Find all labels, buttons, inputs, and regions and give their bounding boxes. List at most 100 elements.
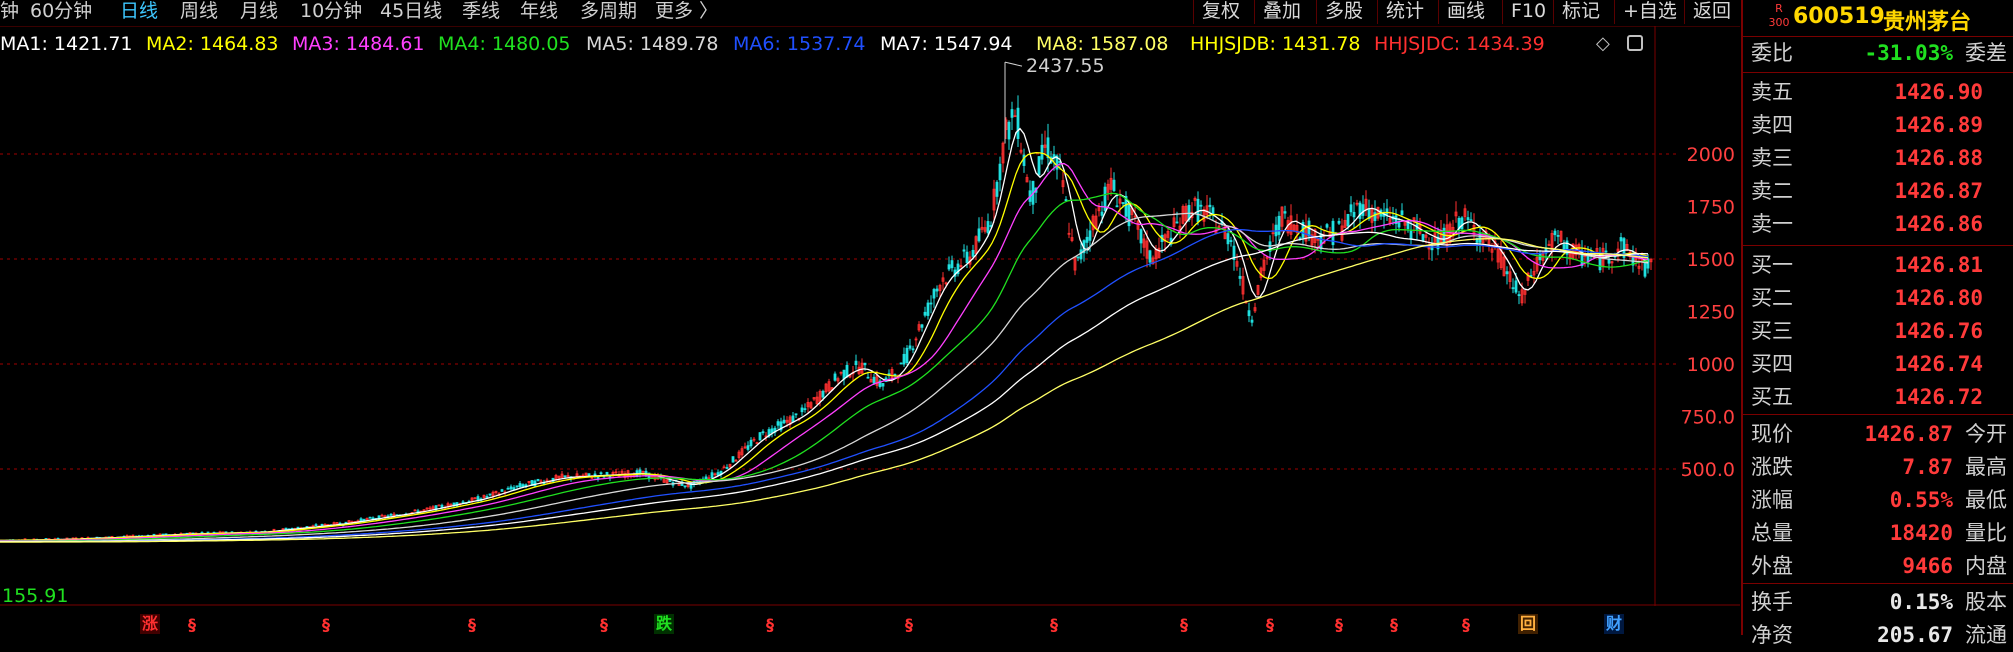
dividend-marker-icon[interactable]: §: [188, 615, 196, 635]
tool-button-4[interactable]: 画线: [1438, 0, 1502, 24]
event-marker-2[interactable]: 回: [1518, 614, 1539, 634]
event-marker-1[interactable]: 跌: [654, 614, 675, 634]
candle-body: [1604, 250, 1608, 253]
buy-level-row: 买三 1426.76: [1743, 315, 2013, 348]
candle-body: [1085, 236, 1089, 243]
candle-body: [1277, 215, 1281, 235]
buy-level-value: 1426.74: [1894, 352, 1983, 376]
candle-body: [389, 513, 393, 516]
kline-chart[interactable]: 2000 1750 1500 1250 1000 750.0 500.0 2437.55 155…: [0, 26, 1740, 635]
candle-body: [899, 362, 903, 365]
candle-body: [1466, 217, 1470, 220]
buy-level-value: 1426.72: [1894, 385, 1983, 409]
tool-button-7[interactable]: +自选: [1614, 0, 1684, 24]
dividend-marker-icon[interactable]: §: [600, 615, 608, 635]
sell-level-row: 卖四 1426.89: [1743, 109, 2013, 142]
dividend-marker-icon[interactable]: §: [1180, 615, 1188, 635]
dividend-marker-icon[interactable]: §: [1335, 615, 1343, 635]
candle-body: [1199, 204, 1203, 207]
candle-body: [506, 487, 510, 490]
tool-button-3[interactable]: 统计: [1377, 0, 1438, 24]
ratio-label: 委比: [1751, 41, 1793, 65]
ma-line-8: [0, 238, 1649, 543]
y-tick-label: 1250: [1687, 302, 1735, 324]
candle-body: [770, 428, 774, 434]
candle-body: [935, 288, 939, 292]
candle-body: [710, 472, 714, 478]
period-tab-6[interactable]: 45日线: [380, 0, 442, 26]
candle-body: [1517, 294, 1521, 297]
ma-line-1: [0, 127, 1649, 542]
y-tick-label: 1000: [1687, 354, 1735, 376]
sell-level-value: 1426.88: [1894, 146, 1983, 170]
stat-label2: 今开: [1965, 422, 2007, 446]
tool-button-8[interactable]: 返回: [1684, 0, 1740, 24]
candle-body: [605, 471, 609, 475]
sell-level-label: 卖五: [1751, 80, 1793, 104]
dividend-marker-icon[interactable]: §: [905, 615, 913, 635]
stat-label: 现价: [1751, 422, 1793, 446]
dividend-marker-icon[interactable]: §: [322, 615, 330, 635]
sell-level-label: 卖二: [1751, 179, 1793, 203]
candle-body: [524, 484, 528, 487]
tool-button-6[interactable]: 标记: [1553, 0, 1614, 24]
tool-button-2[interactable]: 多股: [1316, 0, 1377, 24]
period-tab-1[interactable]: 60分钟: [30, 0, 92, 26]
candle-body: [1229, 240, 1233, 242]
candle-body: [1010, 109, 1014, 118]
ratio-label2: 委差: [1965, 41, 2007, 65]
low-price-label: 155.91: [2, 585, 68, 607]
candle-body: [1514, 280, 1518, 293]
buy-level-row: 买五 1426.72: [1743, 381, 2013, 414]
candle-body: [947, 264, 951, 270]
candle-body: [1469, 219, 1473, 222]
tool-button-5[interactable]: F10: [1502, 0, 1553, 24]
candle-body: [1040, 144, 1044, 160]
period-tab-9[interactable]: 多周期: [580, 0, 637, 26]
extra-label2: 股本: [1965, 590, 2007, 614]
stat-label2: 量比: [1965, 521, 2007, 545]
dividend-marker-icon[interactable]: §: [1462, 615, 1470, 635]
candle-body: [1385, 208, 1389, 215]
event-marker-3[interactable]: 财: [1604, 614, 1625, 634]
candle-body: [1079, 249, 1083, 260]
period-tab-4[interactable]: 月线: [240, 0, 278, 26]
y-tick-label: 1750: [1687, 197, 1735, 219]
candle-body: [803, 408, 807, 411]
extra-value: 205.67: [1877, 623, 1953, 647]
candle-body: [905, 347, 909, 363]
period-tab-10[interactable]: 更多 〉: [655, 0, 718, 26]
candle-body: [866, 376, 870, 379]
dividend-marker-icon[interactable]: §: [1050, 615, 1058, 635]
dividend-marker-icon[interactable]: §: [1266, 615, 1274, 635]
dividend-marker-icon[interactable]: §: [1390, 615, 1398, 635]
candle-body: [731, 456, 735, 463]
candle-body: [368, 516, 372, 519]
candle-body: [1421, 233, 1425, 242]
tool-button-1[interactable]: 叠加: [1254, 0, 1316, 24]
buy-level-row: 买四 1426.74: [1743, 348, 2013, 381]
event-marker-0[interactable]: 涨: [140, 614, 161, 634]
sell-level-value: 1426.87: [1894, 179, 1983, 203]
extra-row: 换手 0.15% 股本: [1743, 586, 2013, 619]
period-tab-3[interactable]: 周线: [180, 0, 218, 26]
dividend-marker-icon[interactable]: §: [468, 615, 476, 635]
candle-body: [998, 163, 1002, 181]
peak-price-label: 2437.55: [1026, 55, 1105, 77]
period-tab-0[interactable]: 钟: [0, 0, 19, 26]
candle-body: [1511, 287, 1515, 290]
candle-body: [716, 472, 720, 476]
stat-label: 涨幅: [1751, 488, 1793, 512]
period-tab-5[interactable]: 10分钟: [300, 0, 362, 26]
buy-level-value: 1426.80: [1894, 286, 1983, 310]
peak-pointer: [1004, 61, 1023, 67]
sell-level-value: 1426.89: [1894, 113, 1983, 137]
period-tab-7[interactable]: 季线: [462, 0, 500, 26]
tool-button-0[interactable]: 复权: [1193, 0, 1254, 24]
ma-line-4: [0, 192, 1649, 542]
dividend-marker-icon[interactable]: §: [766, 615, 774, 635]
period-tab-2[interactable]: 日线: [120, 0, 158, 26]
period-tab-8[interactable]: 年线: [520, 0, 558, 26]
candle-body: [995, 181, 999, 197]
candle-body: [845, 364, 849, 378]
